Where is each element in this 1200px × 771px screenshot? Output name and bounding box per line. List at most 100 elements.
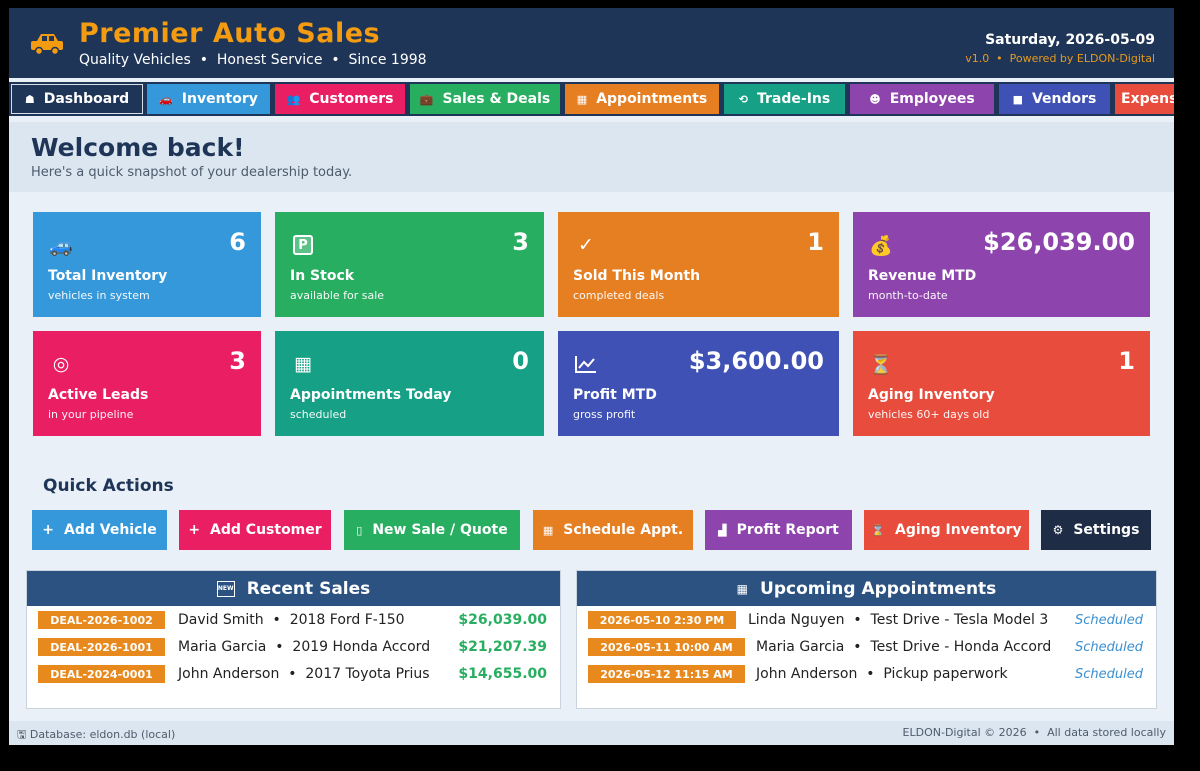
tab-appointments[interactable]: ▦ Appointments <box>565 84 719 114</box>
exchange-icon: ⟲ <box>738 92 748 106</box>
tab-employees[interactable]: ☻ Employees <box>850 84 994 114</box>
appointment-details: John Anderson • Pickup paperwork <box>756 666 1008 682</box>
panel-title: Recent Sales <box>246 578 371 599</box>
tab-dashboard[interactable]: ☗ Dashboard <box>11 84 143 114</box>
appointment-status: Scheduled <box>1075 639 1143 655</box>
tab-vendors[interactable]: ■ Vendors <box>999 84 1110 114</box>
tab-label: Sales & Deals <box>442 91 551 107</box>
stat-label: Revenue MTD <box>868 268 977 284</box>
appointment-details: Linda Nguyen • Test Drive - Tesla Model … <box>748 612 1049 628</box>
footer-left-text: Database: eldon.db (local) <box>29 728 176 741</box>
app-window: Premier Auto Sales Quality Vehicles • Ho… <box>9 8 1174 745</box>
tab-label: Inventory <box>181 91 258 107</box>
chart-icon <box>573 351 599 377</box>
disk-icon: 🖫 <box>17 728 27 741</box>
sale-row[interactable]: DEAL-2026-1002 David Smith • 2018 Ford F… <box>27 607 560 633</box>
employees-icon: ☻ <box>869 92 881 106</box>
stat-card-active-leads[interactable]: ◎ 3 Active Leads in your pipeline <box>33 331 261 436</box>
sale-row[interactable]: DEAL-2024-0001 John Anderson • 2017 Toyo… <box>27 661 560 687</box>
new-sale-quote-button[interactable]: ▯ New Sale / Quote <box>344 510 520 550</box>
appointment-row[interactable]: 2026-05-11 10:00 AM Maria Garcia • Test … <box>577 634 1156 660</box>
tab-inventory[interactable]: 🚗 Inventory <box>147 84 270 114</box>
appointment-time-badge: 2026-05-10 2:30 PM <box>588 611 736 629</box>
new-icon: NEW <box>216 580 235 597</box>
aging-inventory-button[interactable]: ⌛ Aging Inventory <box>864 510 1029 550</box>
footer-database: 🖫 Database: eldon.db (local) <box>17 726 175 745</box>
sale-row[interactable]: DEAL-2026-1001 Maria Garcia • 2019 Honda… <box>27 634 560 660</box>
status-footer: 🖫 Database: eldon.db (local) ELDON-Digit… <box>9 721 1174 745</box>
stat-card-total-inventory[interactable]: 🚙 6 Total Inventory vehicles in system <box>33 212 261 317</box>
settings-button[interactable]: ⚙ Settings <box>1041 510 1151 550</box>
version-info: v1.0 • Powered by ELDON-Digital <box>965 52 1155 65</box>
profit-report-button[interactable]: ▟ Profit Report <box>705 510 852 550</box>
panel-title: Upcoming Appointments <box>760 578 997 599</box>
button-label: New Sale / Quote <box>372 522 508 538</box>
stat-value: $26,039.00 <box>983 228 1135 256</box>
briefcase-icon: 💼 <box>419 92 434 106</box>
stat-sub: scheduled <box>290 408 347 421</box>
appointment-row[interactable]: 2026-05-10 2:30 PM Linda Nguyen • Test D… <box>577 607 1156 633</box>
stat-card-sold-this-month[interactable]: ✓ 1 Sold This Month completed deals <box>558 212 839 317</box>
add-customer-button[interactable]: + Add Customer <box>179 510 331 550</box>
button-label: Add Customer <box>210 522 322 538</box>
clipboard-icon: ▯ <box>356 523 363 537</box>
add-vehicle-button[interactable]: + Add Vehicle <box>32 510 167 550</box>
stat-value: 3 <box>512 228 529 256</box>
quick-actions-title: Quick Actions <box>43 476 174 496</box>
stat-label: In Stock <box>290 268 355 284</box>
deal-id-badge: DEAL-2026-1002 <box>38 611 165 629</box>
stat-card-in-stock[interactable]: P 3 In Stock available for sale <box>275 212 544 317</box>
users-icon: 👥 <box>286 92 301 106</box>
upcoming-appointments-panel: ▦ Upcoming Appointments 2026-05-10 2:30 … <box>576 570 1157 709</box>
appointment-details: Maria Garcia • Test Drive - Honda Accord <box>756 639 1052 655</box>
hourglass-icon: ⌛ <box>871 523 886 537</box>
store-icon: ■ <box>1012 92 1023 106</box>
calendar-icon: ▦ <box>576 92 588 106</box>
tab-customers[interactable]: 👥 Customers <box>275 84 405 114</box>
plus-icon: + <box>42 522 55 538</box>
stat-value: 1 <box>807 228 824 256</box>
schedule-appt-button[interactable]: ▦ Schedule Appt. <box>533 510 693 550</box>
target-icon: ◎ <box>52 353 70 375</box>
tab-label: Customers <box>309 91 394 107</box>
recent-sales-panel: NEW Recent Sales DEAL-2026-1002 David Sm… <box>26 570 561 709</box>
sale-amount: $21,207.39 <box>458 639 547 655</box>
app-tagline: Quality Vehicles • Honest Service • Sinc… <box>79 52 427 68</box>
car-icon <box>31 34 63 56</box>
home-icon: ☗ <box>24 92 35 106</box>
stat-card-profit-mtd[interactable]: $3,600.00 Profit MTD gross profit <box>558 331 839 436</box>
button-label: Schedule Appt. <box>563 522 684 538</box>
money-bag-icon: 💰 <box>869 234 893 257</box>
deal-id-badge: DEAL-2024-0001 <box>38 665 165 683</box>
welcome-subtitle: Here's a quick snapshot of your dealersh… <box>31 165 353 180</box>
parking-icon: P <box>290 232 316 258</box>
button-label: Add Vehicle <box>64 522 157 538</box>
sale-amount: $14,655.00 <box>458 666 547 682</box>
car-icon: 🚙 <box>49 234 73 257</box>
stat-value: 0 <box>512 347 529 375</box>
tab-trade-ins[interactable]: ⟲ Trade-Ins <box>724 84 845 114</box>
stat-sub: available for sale <box>290 289 385 302</box>
stat-value: 3 <box>229 347 246 375</box>
appointment-status: Scheduled <box>1075 666 1143 682</box>
stat-label: Sold This Month <box>573 268 701 284</box>
panel-header: NEW Recent Sales <box>27 571 560 606</box>
stat-card-aging-inventory[interactable]: ⏳ 1 Aging Inventory vehicles 60+ days ol… <box>853 331 1150 436</box>
stat-value: 6 <box>229 228 246 256</box>
deal-id-badge: DEAL-2026-1001 <box>38 638 165 656</box>
tab-expenses[interactable]: Expenses <box>1115 84 1174 114</box>
tab-label: Expenses <box>1121 91 1174 107</box>
sale-details: John Anderson • 2017 Toyota Prius <box>178 666 430 682</box>
appointment-row[interactable]: 2026-05-12 11:15 AM John Anderson • Pick… <box>577 661 1156 687</box>
stat-sub: vehicles in system <box>48 289 150 302</box>
gear-icon: ⚙ <box>1052 523 1064 537</box>
tab-sales-deals[interactable]: 💼 Sales & Deals <box>410 84 560 114</box>
stat-card-appointments-today[interactable]: ▦ 0 Appointments Today scheduled <box>275 331 544 436</box>
app-header: Premier Auto Sales Quality Vehicles • Ho… <box>9 8 1174 78</box>
tab-label: Appointments <box>596 91 708 107</box>
stat-card-revenue-mtd[interactable]: 💰 $26,039.00 Revenue MTD month-to-date <box>853 212 1150 317</box>
appointment-time-badge: 2026-05-11 10:00 AM <box>588 638 745 656</box>
tab-label: Dashboard <box>43 91 130 107</box>
car-icon: 🚗 <box>159 92 173 106</box>
calendar-icon: ▦ <box>736 581 749 596</box>
